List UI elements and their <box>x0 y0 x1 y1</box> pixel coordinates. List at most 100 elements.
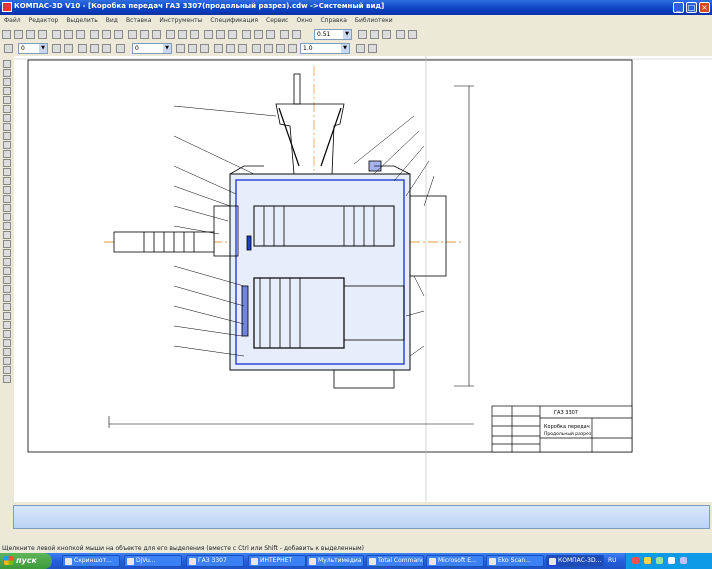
menu-item[interactable]: Окно <box>292 15 316 24</box>
toolbar-button[interactable] <box>368 44 377 53</box>
taskbar-task[interactable]: Мультимедиа <box>306 555 364 567</box>
toolbar-button[interactable] <box>292 30 301 39</box>
toolbar-button[interactable] <box>2 30 11 39</box>
tool-button[interactable] <box>3 240 11 248</box>
toolbar-button[interactable] <box>102 30 111 39</box>
tool-button[interactable] <box>3 168 11 176</box>
tool-button[interactable] <box>3 159 11 167</box>
tool-button[interactable] <box>3 375 11 383</box>
toolbar-button[interactable] <box>204 30 213 39</box>
tool-button[interactable] <box>3 177 11 185</box>
menu-item[interactable]: Выделить <box>62 15 101 24</box>
toolbar-button[interactable] <box>288 44 297 53</box>
toolbar-button[interactable] <box>76 30 85 39</box>
menu-item[interactable]: Редактор <box>25 15 63 24</box>
tool-button[interactable] <box>3 87 11 95</box>
tool-button[interactable] <box>3 195 11 203</box>
menu-item[interactable]: Файл <box>0 15 25 24</box>
toolbar-button[interactable] <box>396 30 405 39</box>
properties-panel[interactable] <box>13 505 710 529</box>
tray-icon[interactable] <box>668 557 675 564</box>
maximize-button[interactable]: □ <box>686 2 697 13</box>
tool-button[interactable] <box>3 321 11 329</box>
tool-button[interactable] <box>3 123 11 131</box>
tray-icon[interactable] <box>632 557 639 564</box>
taskbar-task[interactable]: Total Commander <box>366 555 424 567</box>
tool-button[interactable] <box>3 357 11 365</box>
tool-button[interactable] <box>3 213 11 221</box>
menu-item[interactable]: Справка <box>316 15 350 24</box>
toolbar-button[interactable] <box>266 30 275 39</box>
toolbar-button[interactable] <box>356 44 365 53</box>
zoom-combo[interactable]: 0.51 ▼ <box>314 29 352 40</box>
toolbar-button[interactable] <box>188 44 197 53</box>
tool-button[interactable] <box>3 312 11 320</box>
taskbar-task[interactable]: Скриншот... <box>62 555 120 567</box>
tool-button[interactable] <box>3 303 11 311</box>
toolbar-button[interactable] <box>264 44 273 53</box>
language-indicator[interactable]: RU <box>608 557 617 564</box>
tool-button[interactable] <box>3 222 11 230</box>
toolbar-button[interactable] <box>90 30 99 39</box>
close-button[interactable]: × <box>699 2 710 13</box>
toolbar-button[interactable] <box>102 44 111 53</box>
tray-icon[interactable] <box>644 557 651 564</box>
tool-button[interactable] <box>3 258 11 266</box>
toolbar-button[interactable] <box>140 30 149 39</box>
tool-button[interactable] <box>3 69 11 77</box>
start-button[interactable]: пуск <box>0 553 52 569</box>
toolbar-button[interactable] <box>116 44 125 53</box>
menu-item[interactable]: Спецификация <box>206 15 262 24</box>
toolbar-button[interactable] <box>166 30 175 39</box>
toolbar-button[interactable] <box>276 44 285 53</box>
taskbar-task[interactable]: ГАЗ 3307 <box>186 555 244 567</box>
toolbar-button[interactable] <box>228 30 237 39</box>
tool-button[interactable] <box>3 204 11 212</box>
tool-button[interactable] <box>3 150 11 158</box>
tool-button[interactable] <box>3 285 11 293</box>
tool-button[interactable] <box>3 267 11 275</box>
menu-item[interactable]: Сервис <box>262 15 292 24</box>
toolbar-button[interactable] <box>52 30 61 39</box>
tray-icon[interactable] <box>656 557 663 564</box>
toolbar-button[interactable] <box>64 30 73 39</box>
toolbar-button[interactable] <box>242 30 251 39</box>
menu-item[interactable]: Инструменты <box>155 15 206 24</box>
tool-button[interactable] <box>3 60 11 68</box>
tool-button[interactable] <box>3 231 11 239</box>
toolbar-button[interactable] <box>216 30 225 39</box>
taskbar-task[interactable]: КОМПАС-3D... <box>546 555 604 567</box>
tool-button[interactable] <box>3 330 11 338</box>
toolbar-button[interactable] <box>238 44 247 53</box>
toolbar-button[interactable] <box>114 30 123 39</box>
toolbar-button[interactable] <box>254 30 263 39</box>
layer-combo[interactable]: 0 ▼ <box>132 43 172 54</box>
toolbar-button[interactable] <box>176 44 185 53</box>
line-style-combo[interactable]: 0 ▼ <box>18 43 48 54</box>
tool-button[interactable] <box>3 348 11 356</box>
toolbar-button[interactable] <box>178 30 187 39</box>
tool-button[interactable] <box>3 339 11 347</box>
tool-button[interactable] <box>3 105 11 113</box>
toolbar-button[interactable] <box>358 30 367 39</box>
toolbar-button[interactable] <box>408 30 417 39</box>
tray-icon[interactable] <box>680 557 687 564</box>
toolbar-button[interactable] <box>382 30 391 39</box>
toolbar-button[interactable] <box>370 30 379 39</box>
tool-button[interactable] <box>3 186 11 194</box>
toolbar-button[interactable] <box>128 30 137 39</box>
toolbar-button[interactable] <box>280 30 289 39</box>
toolbar-button[interactable] <box>200 44 209 53</box>
toolbar-button[interactable] <box>78 44 87 53</box>
menu-item[interactable]: Вид <box>102 15 122 24</box>
tool-button[interactable] <box>3 366 11 374</box>
tool-button[interactable] <box>3 141 11 149</box>
tool-button[interactable] <box>3 276 11 284</box>
toolbar-button[interactable] <box>26 30 35 39</box>
tool-button[interactable] <box>3 249 11 257</box>
taskbar-task[interactable]: DjVu... <box>124 555 182 567</box>
tool-button[interactable] <box>3 96 11 104</box>
taskbar-task[interactable]: Microsoft E... <box>426 555 484 567</box>
toolbar-button[interactable] <box>4 44 13 53</box>
minimize-button[interactable]: _ <box>673 2 684 13</box>
